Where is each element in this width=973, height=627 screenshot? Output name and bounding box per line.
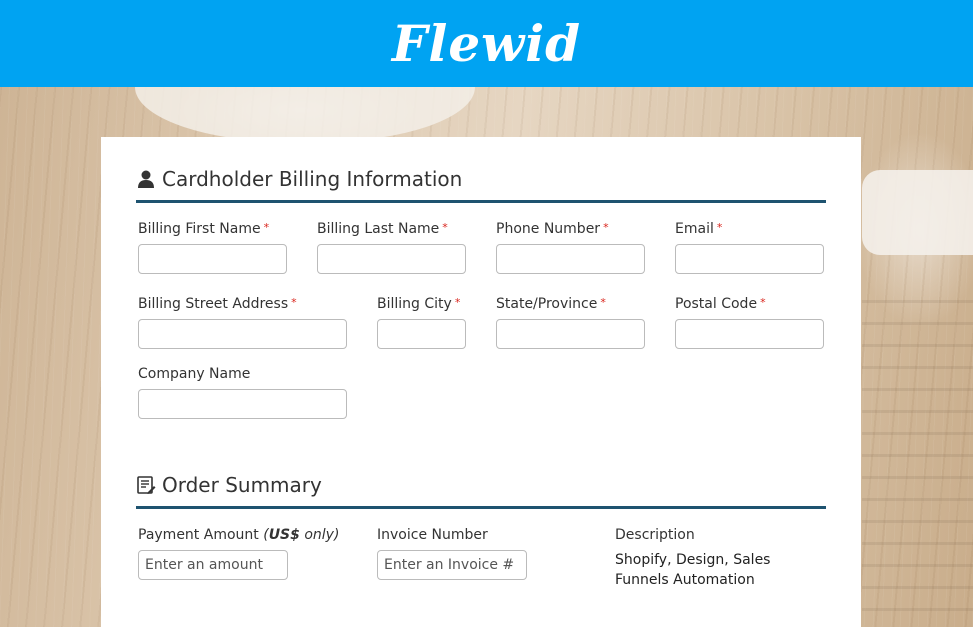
billing-divider [136,200,826,203]
form-card: Cardholder Billing Information Billing F… [101,137,861,627]
phone-label: Phone Number * [496,221,609,237]
logo[interactable]: Flewid [392,14,581,73]
description-text: Shopify, Design, Sales Funnels Automatio… [615,552,771,588]
billing-section-title: Cardholder Billing Information [136,167,462,191]
user-icon [138,170,154,188]
order-title-text: Order Summary [162,473,322,497]
order-divider [136,506,826,509]
payment-amount-input[interactable] [138,550,288,580]
street-label: Billing Street Address * [138,296,297,312]
first-name-label: Billing First Name * [138,221,270,237]
street-input[interactable] [138,319,347,349]
billing-title-text: Cardholder Billing Information [162,167,463,191]
last-name-input[interactable] [317,244,466,274]
phone-input[interactable] [496,244,645,274]
background-phone [862,170,973,255]
state-label: State/Province * [496,296,606,312]
last-name-label: Billing Last Name * [317,221,448,237]
email-input[interactable] [675,244,824,274]
company-label: Company Name [138,366,251,382]
background-paper [862,300,973,627]
payment-amount-label: Payment Amount (US$ only) [138,527,340,543]
city-input[interactable] [377,319,466,349]
state-input[interactable] [496,319,645,349]
first-name-input[interactable] [138,244,287,274]
company-input[interactable] [138,389,347,419]
city-label: Billing City * [377,296,461,312]
order-section-title: Order Summary [136,473,322,497]
description-label: Description [615,527,695,543]
email-label: Email * [675,221,723,237]
invoice-number-input[interactable] [377,550,527,580]
invoice-number-label: Invoice Number [377,527,488,543]
invoice-icon [137,476,156,494]
site-header: Flewid [0,0,973,87]
postal-input[interactable] [675,319,824,349]
postal-label: Postal Code * [675,296,766,312]
